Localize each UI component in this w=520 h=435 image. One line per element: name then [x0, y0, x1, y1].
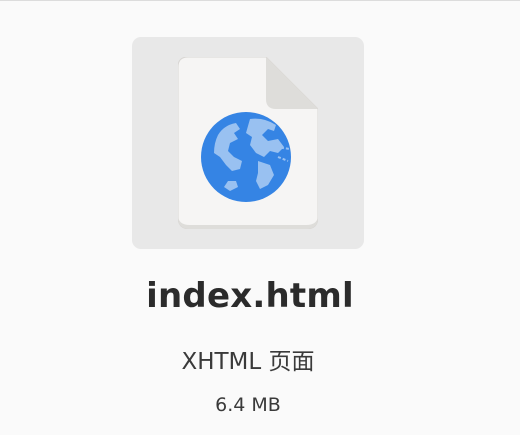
file-size: 6.4 MB: [215, 394, 281, 416]
file-preview[interactable]: [132, 37, 364, 249]
file-name: index.html: [146, 276, 354, 316]
html-file-icon: [178, 57, 318, 229]
top-divider: [0, 0, 520, 1]
file-type: XHTML 页面: [181, 349, 315, 375]
globe-icon: [201, 112, 291, 202]
